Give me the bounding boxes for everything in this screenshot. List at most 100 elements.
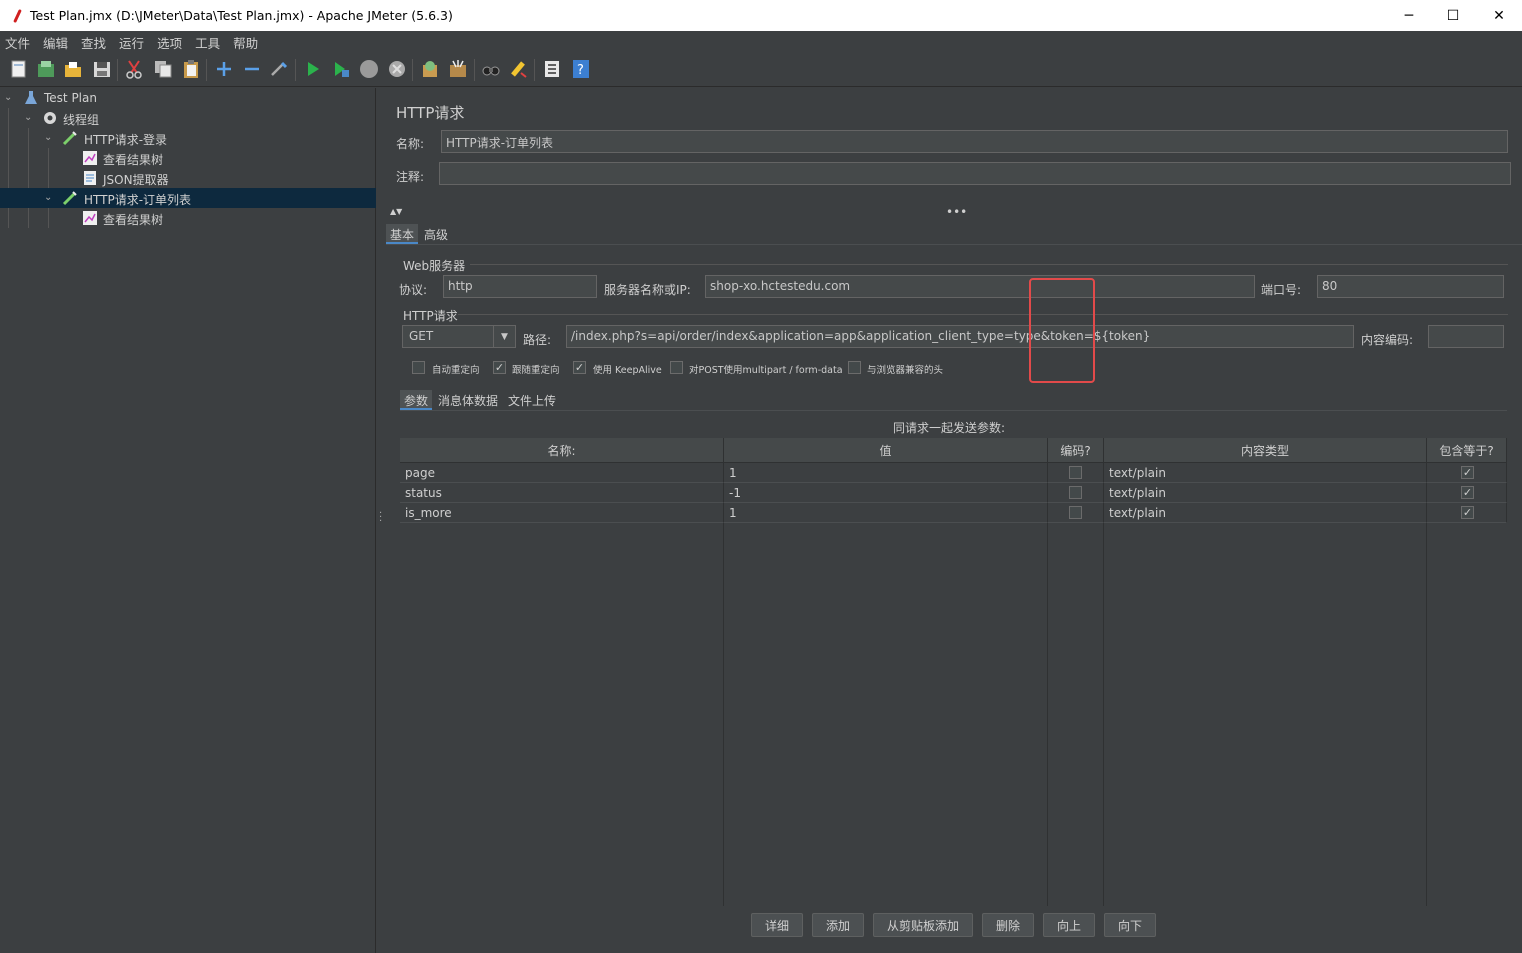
auto-redirect-checkbox[interactable]	[412, 361, 425, 374]
tab-parameters[interactable]: 参数	[400, 390, 433, 410]
menu-options[interactable]: 选项	[157, 33, 182, 52]
menu-search[interactable]: 查找	[81, 33, 106, 52]
delete-button[interactable]: 删除	[982, 913, 1034, 937]
test-plan-tree: ⌄ Test Plan ⌄ 线程组 ⌄ HTTP请求-登录 查看结果树 JSON…	[0, 88, 376, 953]
menu-bar: 文件 编辑 查找 运行 选项 工具 帮助	[0, 31, 1522, 53]
include-equals-checkbox[interactable]: ✓	[1461, 486, 1474, 499]
column-header-value[interactable]: 值	[724, 438, 1048, 463]
server-label: 服务器名称或IP:	[604, 283, 691, 297]
menu-edit[interactable]: 编辑	[43, 33, 68, 52]
tree-item-test-plan[interactable]: ⌄ Test Plan	[0, 88, 376, 108]
tree-item-thread-group[interactable]: ⌄ 线程组	[0, 108, 376, 128]
table-row-value[interactable]: -1	[724, 483, 1048, 503]
chevron-down-icon[interactable]: ⌄	[4, 93, 14, 103]
path-field[interactable]: /index.php?s=api/order/index&application…	[566, 325, 1354, 348]
table-row-name[interactable]: is_more	[400, 503, 724, 523]
collapse-icon[interactable]	[242, 59, 262, 79]
stop-icon[interactable]	[359, 59, 379, 79]
protocol-field[interactable]: http	[443, 275, 597, 298]
panel-title: HTTP请求	[396, 104, 465, 122]
table-row-value[interactable]: 1	[724, 503, 1048, 523]
drag-handle-icon[interactable]: · · ·	[379, 509, 382, 527]
menu-tools[interactable]: 工具	[195, 33, 220, 52]
encode-checkbox[interactable]	[1069, 466, 1082, 479]
cut-icon[interactable]	[124, 59, 144, 79]
window-title: Test Plan.jmx (D:\JMeter\Data\Test Plan.…	[30, 8, 453, 23]
table-row-name[interactable]: status	[400, 483, 724, 503]
tab-advanced[interactable]: 高级	[420, 224, 452, 244]
tree-item-http-login[interactable]: ⌄ HTTP请求-登录	[0, 128, 376, 148]
follow-redirect-checkbox[interactable]: ✓	[493, 361, 506, 374]
detail-button[interactable]: 详细	[751, 913, 803, 937]
column-header-include-equals[interactable]: 包含等于?	[1427, 438, 1507, 463]
content-encoding-field[interactable]	[1428, 325, 1504, 348]
menu-help[interactable]: 帮助	[233, 33, 258, 52]
port-field[interactable]: 80	[1317, 275, 1504, 298]
tab-basic[interactable]: 基本	[386, 224, 419, 244]
browser-headers-checkbox[interactable]	[848, 361, 861, 374]
expand-icon[interactable]	[214, 59, 234, 79]
chevron-down-icon[interactable]: ⌄	[44, 193, 54, 203]
maximize-button[interactable]: ☐	[1430, 0, 1476, 31]
table-row-content-type[interactable]: text/plain	[1104, 503, 1427, 523]
encode-checkbox[interactable]	[1069, 486, 1082, 499]
column-header-encode[interactable]: 编码?	[1048, 438, 1104, 463]
paste-icon[interactable]	[181, 59, 201, 79]
table-row-content-type[interactable]: text/plain	[1104, 463, 1427, 483]
clear-all-icon[interactable]	[448, 59, 468, 79]
move-up-button[interactable]: 向上	[1043, 913, 1095, 937]
column-header-name[interactable]: 名称:	[400, 438, 724, 463]
add-button[interactable]: 添加	[812, 913, 864, 937]
tree-item-http-order-list[interactable]: ⌄ HTTP请求-订单列表	[0, 188, 376, 208]
open-icon[interactable]	[63, 59, 83, 79]
tab-body-data[interactable]: 消息体数据	[434, 390, 502, 410]
shutdown-icon[interactable]	[387, 59, 407, 79]
splitter-dots-icon[interactable]: •••	[946, 205, 967, 219]
keepalive-checkbox[interactable]: ✓	[573, 361, 586, 374]
content-encoding-label: 内容编码:	[1361, 333, 1414, 347]
add-from-clipboard-button[interactable]: 从剪贴板添加	[873, 913, 973, 937]
new-icon[interactable]	[9, 59, 29, 79]
table-row-name[interactable]: page	[400, 463, 724, 483]
reset-search-icon[interactable]	[509, 59, 529, 79]
protocol-label: 协议:	[399, 283, 428, 297]
table-row-content-type[interactable]: text/plain	[1104, 483, 1427, 503]
save-icon[interactable]	[92, 59, 112, 79]
move-down-button[interactable]: 向下	[1104, 913, 1156, 937]
menu-file[interactable]: 文件	[5, 33, 30, 52]
name-field[interactable]: HTTP请求-订单列表	[441, 130, 1508, 153]
search-icon[interactable]	[481, 59, 501, 79]
collapse-arrows-icon[interactable]: ▲▼	[390, 207, 402, 216]
function-helper-icon[interactable]	[542, 59, 562, 79]
tree-item-json-extractor[interactable]: JSON提取器	[0, 168, 376, 188]
toggle-icon[interactable]	[269, 59, 289, 79]
toolbar: ?	[0, 53, 1522, 87]
close-button[interactable]: ✕	[1476, 0, 1522, 31]
include-equals-checkbox[interactable]: ✓	[1461, 466, 1474, 479]
minimize-button[interactable]: ─	[1386, 0, 1432, 31]
chevron-down-icon[interactable]: ⌄	[24, 113, 34, 123]
menu-run[interactable]: 运行	[119, 33, 144, 52]
multipart-checkbox[interactable]	[670, 361, 683, 374]
keepalive-label: 使用 KeepAlive	[593, 365, 662, 376]
include-equals-checkbox[interactable]: ✓	[1461, 506, 1474, 519]
start-icon[interactable]	[303, 59, 323, 79]
help-icon[interactable]: ?	[571, 59, 591, 79]
start-no-pause-icon[interactable]	[331, 59, 351, 79]
templates-icon[interactable]	[36, 59, 56, 79]
encode-checkbox[interactable]	[1069, 506, 1082, 519]
table-row-value[interactable]: 1	[724, 463, 1048, 483]
tab-file-upload[interactable]: 文件上传	[504, 390, 560, 410]
chevron-down-icon[interactable]: ⌄	[44, 133, 54, 143]
annotation-highlight-box	[1029, 278, 1095, 383]
server-field[interactable]: shop-xo.hctestedu.com	[705, 275, 1255, 298]
column-header-content-type[interactable]: 内容类型	[1104, 438, 1427, 463]
method-select[interactable]: GET ▼	[402, 325, 516, 348]
jmeter-feather-icon	[12, 9, 22, 23]
copy-icon[interactable]	[153, 59, 173, 79]
chevron-down-icon[interactable]: ▼	[493, 326, 515, 347]
tree-item-view-results-1[interactable]: 查看结果树	[0, 148, 376, 168]
tree-item-view-results-2[interactable]: 查看结果树	[0, 208, 376, 228]
comment-field[interactable]	[439, 162, 1511, 185]
clear-icon[interactable]	[420, 59, 440, 79]
